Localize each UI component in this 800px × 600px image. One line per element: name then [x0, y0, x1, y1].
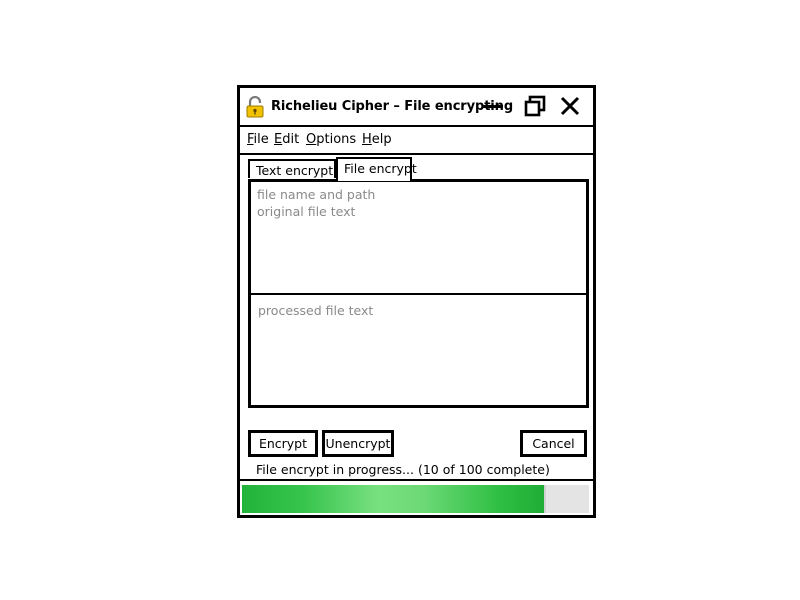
encrypt-button[interactable]: Encrypt: [248, 430, 318, 457]
unencrypt-button[interactable]: Unencrypt: [322, 430, 394, 457]
menu-bar: File Edit Options Help: [240, 127, 593, 155]
status-line: File encrypt in progress... (10 of 100 c…: [256, 462, 550, 477]
status-text: File encrypt in progress...: [256, 462, 414, 477]
tab-text-encrypt[interactable]: Text encrypt: [248, 159, 336, 178]
progress-bar: [240, 479, 593, 515]
menu-help[interactable]: Help: [362, 132, 392, 147]
processed-text-area[interactable]: processed file text: [258, 302, 373, 319]
close-icon[interactable]: [558, 94, 582, 118]
original-text-area[interactable]: original file text: [257, 203, 355, 220]
title-bar[interactable]: Richelieu Cipher – File encrypting: [240, 88, 593, 127]
progress-fill: [242, 485, 544, 513]
progress-remaining: [544, 485, 589, 513]
lock-open-icon: [246, 96, 264, 118]
cancel-button[interactable]: Cancel: [520, 430, 587, 457]
app-window: Richelieu Cipher – File encrypting File …: [237, 85, 596, 518]
file-encrypt-panel: file name and path original file text pr…: [248, 179, 589, 408]
menu-options[interactable]: Options: [306, 132, 356, 147]
panel-divider: [251, 293, 586, 295]
file-path-field[interactable]: file name and path: [257, 186, 375, 203]
menu-edit[interactable]: Edit: [274, 132, 299, 147]
minimize-icon[interactable]: [481, 94, 505, 118]
menu-file[interactable]: File: [247, 132, 269, 147]
restore-icon[interactable]: [523, 94, 547, 118]
tab-file-encrypt[interactable]: File encrypt: [336, 157, 417, 181]
status-detail: (10 of 100 complete): [417, 462, 550, 477]
window-title: Richelieu Cipher – File encrypting: [271, 99, 514, 114]
